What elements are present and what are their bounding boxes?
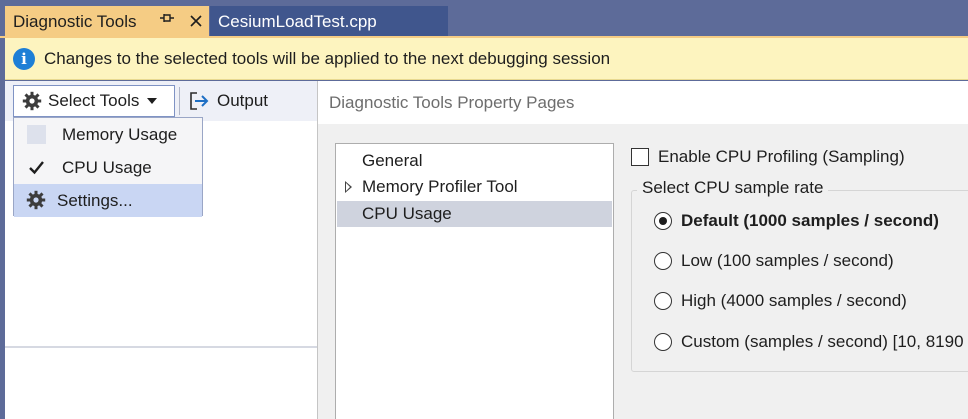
tree-item-cpu-usage[interactable]: CPU Usage (337, 201, 612, 227)
menu-item-settings[interactable]: Settings... (14, 184, 202, 217)
diagnostic-toolbar: Select Tools Output (5, 81, 317, 121)
select-tools-label: Select Tools (48, 91, 140, 110)
gear-icon (26, 190, 46, 210)
gear-icon (22, 91, 42, 111)
chevron-down-icon (147, 98, 158, 104)
close-icon[interactable] (185, 8, 207, 34)
tree-item-label: CPU Usage (362, 204, 452, 223)
dialog-header: Diagnostic Tools Property Pages (318, 81, 968, 124)
radio-label: Default (1000 samples / second) (681, 211, 939, 230)
info-bar: i Changes to the selected tools will be … (5, 38, 968, 80)
menu-item-cpu-usage[interactable]: CPU Usage (14, 151, 202, 184)
radio-label: Custom (samples / second) [10, 8190 (681, 332, 964, 351)
menu-item-label: Memory Usage (62, 124, 178, 144)
dialog-title: Diagnostic Tools Property Pages (329, 93, 575, 112)
radio-custom-rate[interactable]: Custom (samples / second) [10, 8190 (654, 330, 964, 354)
sample-rate-legend: Select CPU sample rate (637, 178, 829, 198)
radio-low-rate[interactable]: Low (100 samples / second) (654, 249, 894, 273)
checkbox-label: Enable CPU Profiling (Sampling) (658, 147, 905, 166)
document-tab-strip: Diagnostic Tools CesiumLoadTest.cpp (0, 0, 968, 38)
select-tools-menu: Memory Usage CPU Usage Settings... (13, 117, 203, 217)
tab-diagnostic-tools[interactable]: Diagnostic Tools (5, 6, 209, 37)
tree-item-memory-profiler-tool[interactable]: Memory Profiler Tool (337, 174, 612, 200)
radio-button-selected[interactable] (654, 212, 672, 230)
output-icon (190, 92, 209, 110)
diagnostic-tools-pane: Select Tools Output Memory Usage CPU Usa… (5, 81, 317, 419)
pane-divider (5, 346, 317, 348)
info-icon: i (13, 47, 35, 70)
checkbox[interactable] (631, 148, 649, 166)
enable-cpu-profiling-checkbox[interactable]: Enable CPU Profiling (Sampling) (631, 146, 905, 168)
menu-item-memory-usage[interactable]: Memory Usage (14, 118, 202, 151)
property-tree: General Memory Profiler Tool CPU Usage (335, 143, 614, 419)
pin-icon[interactable] (157, 11, 177, 29)
select-tools-button[interactable]: Select Tools (13, 85, 175, 117)
radio-high-rate[interactable]: High (4000 samples / second) (654, 289, 907, 313)
output-label: Output (217, 91, 269, 110)
unchecked-box-icon (27, 125, 46, 144)
tab-title: CesiumLoadTest.cpp (218, 11, 377, 31)
menu-item-label: Settings... (57, 190, 133, 210)
radio-label: Low (100 samples / second) (681, 251, 894, 270)
tree-item-label: General (362, 151, 423, 170)
tab-title: Diagnostic Tools (13, 11, 137, 31)
radio-button[interactable] (654, 252, 672, 270)
info-message: Changes to the selected tools will be ap… (44, 48, 611, 68)
toolbar-separator (179, 87, 180, 115)
tree-item-general[interactable]: General (337, 148, 612, 174)
radio-label: High (4000 samples / second) (681, 291, 907, 310)
expand-arrow-icon[interactable] (345, 181, 352, 193)
tree-item-label: Memory Profiler Tool (362, 177, 518, 196)
tab-cesium-load-test[interactable]: CesiumLoadTest.cpp (210, 6, 448, 37)
output-button[interactable]: Output (189, 87, 268, 115)
radio-default-rate[interactable]: Default (1000 samples / second) (654, 209, 939, 233)
radio-button[interactable] (654, 333, 672, 351)
property-pages-dialog: Diagnostic Tools Property Pages General … (317, 81, 968, 419)
menu-item-label: CPU Usage (62, 157, 152, 177)
checkmark-icon (29, 161, 44, 175)
radio-button[interactable] (654, 292, 672, 310)
